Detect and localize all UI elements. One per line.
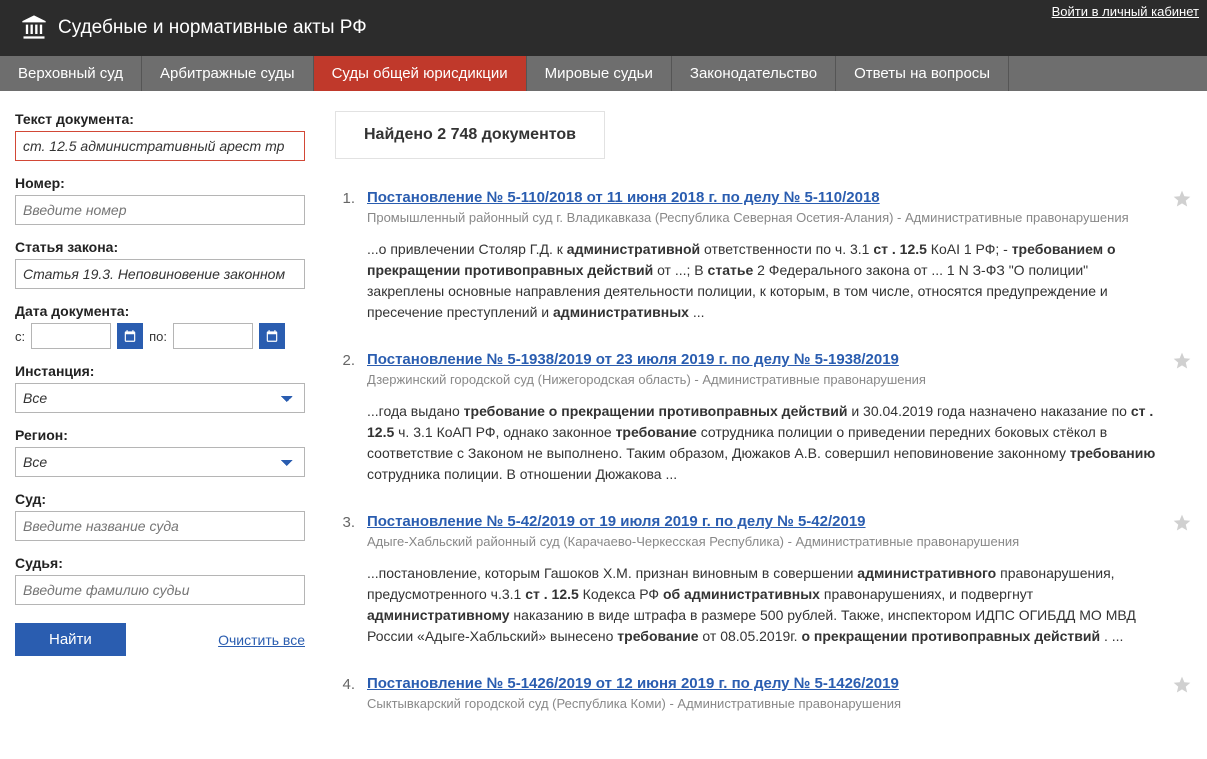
instance-label: Инстанция: (15, 363, 305, 379)
favorite-star-icon[interactable] (1172, 513, 1192, 536)
logo-icon (20, 13, 48, 44)
result-snippet: ...года выдано требование о прекращении … (367, 401, 1162, 485)
court-label: Суд: (15, 491, 305, 507)
region-select[interactable]: Все (15, 447, 305, 477)
result-item: 3. Постановление № 5-42/2019 от 19 июля 2… (335, 513, 1192, 647)
nav-item-1[interactable]: Арбитражные суды (142, 56, 314, 91)
result-title-link[interactable]: Постановление № 5-1938/2019 от 23 июля 2… (367, 351, 899, 368)
result-meta: Адыге-Хабльский районный суд (Карачаево-… (367, 534, 1162, 549)
date-from-input[interactable] (31, 323, 111, 349)
date-to-label: по: (149, 329, 167, 344)
court-input[interactable] (15, 511, 305, 541)
result-number: 1. (335, 189, 355, 323)
date-to-calendar-icon[interactable] (259, 323, 285, 349)
top-header: Судебные и нормативные акты РФ Войти в л… (0, 0, 1207, 56)
main-nav: Верховный судАрбитражные судыСуды общей … (0, 56, 1207, 91)
result-number: 4. (335, 675, 355, 711)
favorite-star-icon[interactable] (1172, 675, 1192, 698)
nav-item-4[interactable]: Законодательство (672, 56, 836, 91)
search-sidebar: Текст документа: Номер: Статья закона: Д… (15, 111, 305, 739)
result-snippet: ...о привлечении Столяр Г.Д. к администр… (367, 239, 1162, 323)
law-article-label: Статья закона: (15, 239, 305, 255)
nav-item-2[interactable]: Суды общей юрисдикции (314, 56, 527, 91)
date-from-calendar-icon[interactable] (117, 323, 143, 349)
result-meta: Дзержинский городской суд (Нижегородская… (367, 372, 1162, 387)
search-button[interactable]: Найти (15, 623, 126, 656)
result-title-link[interactable]: Постановление № 5-1426/2019 от 12 июня 2… (367, 675, 899, 692)
result-title-link[interactable]: Постановление № 5-42/2019 от 19 июля 201… (367, 513, 866, 530)
nav-item-3[interactable]: Мировые судьи (527, 56, 672, 91)
results-area: Найдено 2 748 документов 1. Постановление… (335, 111, 1192, 739)
result-number: 2. (335, 351, 355, 485)
result-meta: Промышленный районный суд г. Владикавказ… (367, 210, 1162, 225)
login-link[interactable]: Войти в личный кабинет (1052, 4, 1199, 19)
site-title: Судебные и нормативные акты РФ (58, 17, 367, 39)
result-meta: Сыктывкарский городской суд (Республика … (367, 696, 1162, 711)
nav-item-5[interactable]: Ответы на вопросы (836, 56, 1009, 91)
text-input[interactable] (15, 131, 305, 161)
result-number: 3. (335, 513, 355, 647)
clear-all-link[interactable]: Очистить все (218, 632, 305, 648)
law-article-input[interactable] (15, 259, 305, 289)
number-input[interactable] (15, 195, 305, 225)
doc-date-label: Дата документа: (15, 303, 305, 319)
result-item: 4. Постановление № 5-1426/2019 от 12 июня… (335, 675, 1192, 711)
found-count-box: Найдено 2 748 документов (335, 111, 605, 159)
judge-input[interactable] (15, 575, 305, 605)
region-label: Регион: (15, 427, 305, 443)
date-from-label: с: (15, 329, 25, 344)
text-label: Текст документа: (15, 111, 305, 127)
date-to-input[interactable] (173, 323, 253, 349)
result-snippet: ...постановление, которым Гашоков Х.М. п… (367, 563, 1162, 647)
number-label: Номер: (15, 175, 305, 191)
result-item: 2. Постановление № 5-1938/2019 от 23 июля… (335, 351, 1192, 485)
result-item: 1. Постановление № 5-110/2018 от 11 июня … (335, 189, 1192, 323)
result-title-link[interactable]: Постановление № 5-110/2018 от 11 июня 20… (367, 189, 880, 206)
instance-select[interactable]: Все (15, 383, 305, 413)
judge-label: Судья: (15, 555, 305, 571)
nav-item-0[interactable]: Верховный суд (0, 56, 142, 91)
favorite-star-icon[interactable] (1172, 351, 1192, 374)
favorite-star-icon[interactable] (1172, 189, 1192, 212)
